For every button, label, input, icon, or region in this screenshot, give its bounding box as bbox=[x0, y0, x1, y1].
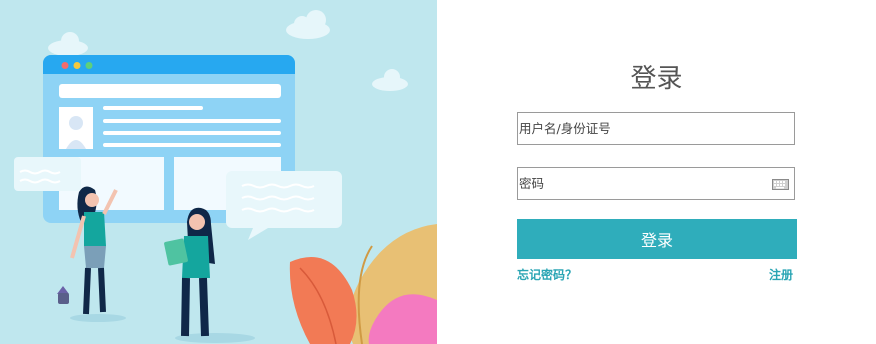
login-button[interactable]: 登录 bbox=[517, 219, 797, 259]
login-page: 登录 登录 忘记密码？ 注册 bbox=[0, 0, 876, 344]
forgot-password-link[interactable]: 忘记密码？ bbox=[517, 266, 577, 283]
login-panel: 登录 登录 忘记密码？ 注册 bbox=[437, 0, 876, 344]
username-field bbox=[517, 112, 795, 145]
page-title: 登录 bbox=[630, 64, 683, 94]
keyboard-icon[interactable] bbox=[772, 179, 789, 190]
password-input[interactable] bbox=[518, 168, 794, 199]
password-field bbox=[517, 167, 795, 200]
hero-illustration bbox=[0, 0, 437, 344]
person-figure bbox=[70, 186, 118, 315]
person-figure bbox=[164, 207, 215, 337]
register-link[interactable]: 注册 bbox=[769, 266, 793, 283]
username-input[interactable] bbox=[518, 113, 794, 144]
illustration-svg bbox=[14, 10, 437, 344]
leaf-decoration-icon bbox=[289, 224, 437, 344]
